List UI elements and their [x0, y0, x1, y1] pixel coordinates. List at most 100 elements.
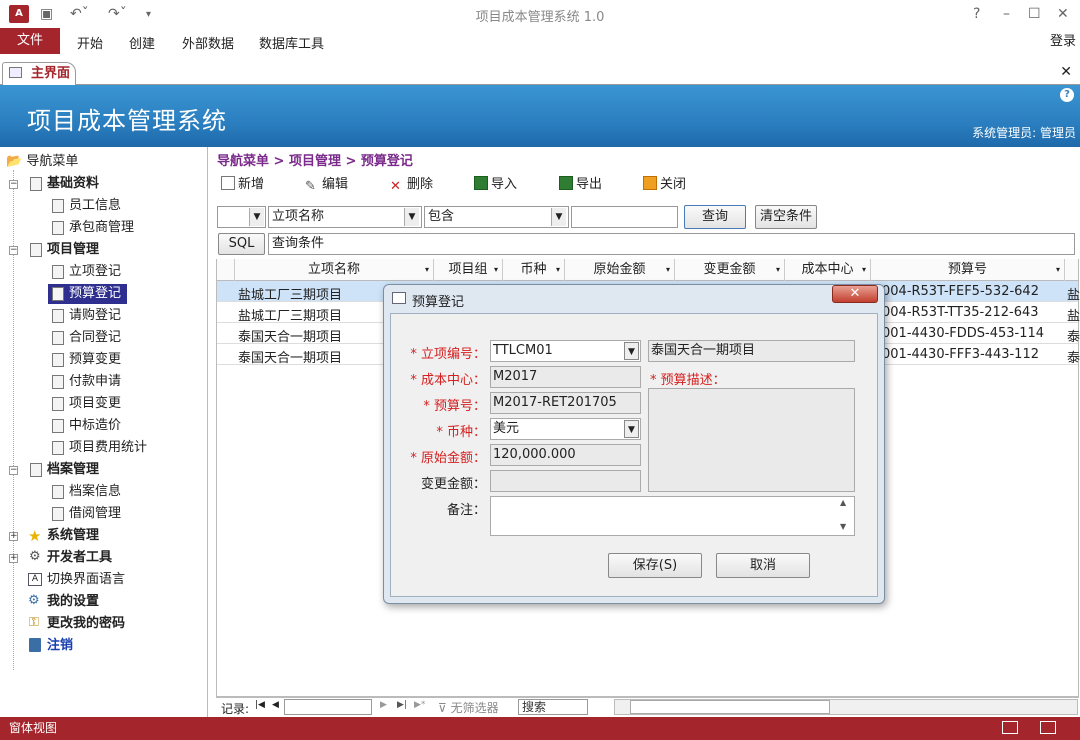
- cell-project-name[interactable]: 泰国天合一期项目: [238, 347, 342, 366]
- filter-operator-select[interactable]: 包含: [424, 206, 569, 228]
- tab-home[interactable]: 开始: [77, 33, 103, 52]
- project-no-select[interactable]: TTLCM01: [490, 340, 641, 362]
- nav-logout[interactable]: 注销: [47, 636, 73, 656]
- no-filter-button[interactable]: ⊽ 无筛选器: [438, 699, 499, 716]
- nav-group-system-mgmt[interactable]: 系统管理: [47, 526, 99, 546]
- prev-record-button[interactable]: ◀: [272, 700, 279, 710]
- nav-item-budget-change[interactable]: 预算变更: [69, 350, 121, 370]
- first-record-button[interactable]: |◀: [255, 700, 265, 710]
- cell-overflow[interactable]: 泰: [1067, 326, 1080, 345]
- cell-budget-no[interactable]: 001-4430-FFF3-443-112: [882, 347, 1062, 362]
- nav-item-payment-request[interactable]: 付款申请: [69, 372, 121, 392]
- scroll-down-icon[interactable]: ▼: [840, 522, 846, 531]
- new-button[interactable]: 新增: [221, 176, 264, 194]
- file-tab[interactable]: 文件: [0, 28, 60, 54]
- cell-overflow[interactable]: 盐: [1067, 305, 1080, 324]
- col-header-budget-no[interactable]: 预算号 ▾: [871, 259, 1065, 281]
- chevron-down-icon[interactable]: ▼: [551, 208, 566, 226]
- export-button[interactable]: 导出: [559, 176, 602, 194]
- col-header-project-name[interactable]: 立项名称 ▾: [235, 259, 434, 281]
- select-all-cell[interactable]: [217, 259, 235, 281]
- nav-item-project-change[interactable]: 项目变更: [69, 394, 121, 414]
- expand-icon[interactable]: +: [9, 532, 18, 541]
- close-window-button[interactable]: ✕: [1057, 6, 1069, 22]
- collapse-icon[interactable]: −: [9, 246, 18, 255]
- tab-create[interactable]: 创建: [129, 33, 155, 52]
- help-button[interactable]: ?: [973, 6, 980, 22]
- nav-item-contractors[interactable]: 承包商管理: [69, 218, 134, 238]
- nav-group-dev-tools[interactable]: 开发者工具: [47, 548, 112, 568]
- minimize-button[interactable]: –: [1003, 6, 1010, 22]
- close-form-button[interactable]: 关闭: [643, 176, 686, 194]
- currency-select[interactable]: 美元: [490, 418, 641, 440]
- save-button[interactable]: 保存(S): [608, 553, 702, 578]
- nav-switch-language[interactable]: 切换界面语言: [47, 570, 125, 590]
- close-document-button[interactable]: ✕: [1060, 64, 1072, 80]
- nav-item-bid-cost[interactable]: 中标造价: [69, 416, 121, 436]
- tab-external-data[interactable]: 外部数据: [182, 33, 234, 52]
- next-record-button[interactable]: ▶: [380, 700, 387, 710]
- sql-button[interactable]: SQL: [218, 233, 265, 255]
- nav-group-project-mgmt[interactable]: 项目管理: [47, 240, 99, 260]
- form-view-icon[interactable]: [1002, 721, 1018, 734]
- tab-database-tools[interactable]: 数据库工具: [259, 33, 324, 52]
- cell-overflow[interactable]: 盐: [1067, 284, 1080, 303]
- col-header-original-amount[interactable]: 原始金额 ▾: [565, 259, 675, 281]
- budget-desc-textarea[interactable]: [648, 388, 855, 492]
- maximize-button[interactable]: ☐: [1028, 6, 1041, 22]
- cell-project-name[interactable]: 泰国天合一期项目: [238, 326, 342, 345]
- remark-textarea[interactable]: [490, 496, 855, 536]
- nav-my-settings[interactable]: 我的设置: [47, 592, 99, 612]
- nav-item-contract-registration[interactable]: 合同登记: [69, 328, 121, 348]
- change-amount-field[interactable]: [490, 470, 641, 492]
- col-header-currency[interactable]: 币种 ▾: [503, 259, 565, 281]
- nav-item-project-registration[interactable]: 立项登记: [69, 262, 121, 282]
- edit-button[interactable]: ✎ 编辑: [305, 176, 348, 194]
- import-button[interactable]: 导入: [474, 176, 517, 194]
- cell-project-name[interactable]: 盐城工厂三期项目: [238, 305, 342, 324]
- cancel-button[interactable]: 取消: [716, 553, 810, 578]
- expand-icon[interactable]: +: [9, 554, 18, 563]
- last-record-button[interactable]: ▶|: [397, 700, 407, 710]
- chevron-down-icon[interactable]: ▼: [249, 208, 264, 226]
- cell-budget-no[interactable]: 004-R53T-TT35-212-643: [882, 305, 1062, 320]
- nav-item-archive-info[interactable]: 档案信息: [69, 482, 121, 502]
- scroll-up-icon[interactable]: ▲: [840, 498, 846, 507]
- clear-conditions-button[interactable]: 清空条件: [755, 205, 817, 229]
- nav-item-employees[interactable]: 员工信息: [69, 196, 121, 216]
- original-amount-field[interactable]: 120,000.000: [490, 444, 641, 466]
- query-button[interactable]: 查询: [684, 205, 746, 229]
- collapse-icon[interactable]: −: [9, 180, 18, 189]
- col-header-cost-center[interactable]: 成本中心 ▾: [785, 259, 871, 281]
- nav-item-project-cost-stats[interactable]: 项目费用统计: [69, 438, 147, 458]
- new-record-button[interactable]: ▶*: [414, 700, 425, 710]
- nav-item-purchase-request[interactable]: 请购登记: [69, 306, 121, 326]
- nav-item-borrow-mgmt[interactable]: 借阅管理: [69, 504, 121, 524]
- cost-center-field[interactable]: M2017: [490, 366, 641, 388]
- filter-field-select[interactable]: 立项名称: [268, 206, 422, 228]
- help-icon[interactable]: ?: [1060, 88, 1074, 102]
- nav-group-archives[interactable]: 档案管理: [47, 460, 99, 480]
- nav-item-budget-registration[interactable]: 预算登记: [69, 284, 121, 304]
- collapse-icon[interactable]: −: [9, 466, 18, 475]
- cell-budget-no[interactable]: 001-4430-FDDS-453-114: [882, 326, 1062, 341]
- filter-value-input[interactable]: [571, 206, 678, 228]
- scrollbar-thumb[interactable]: [630, 700, 830, 714]
- cell-overflow[interactable]: 泰: [1067, 347, 1080, 366]
- nav-root[interactable]: 📂 导航菜单: [6, 152, 78, 172]
- col-header-change-amount[interactable]: 变更金额 ▾: [675, 259, 785, 281]
- col-header-team[interactable]: 项目组 ▾: [434, 259, 503, 281]
- nav-group-basic-data[interactable]: 基础资料: [47, 174, 99, 194]
- record-number-input[interactable]: [284, 699, 372, 715]
- sql-condition-input[interactable]: 查询条件: [268, 233, 1075, 255]
- chevron-down-icon[interactable]: ▼: [404, 208, 419, 226]
- delete-button[interactable]: ✕ 删除: [390, 176, 433, 194]
- dialog-close-button[interactable]: ✕: [832, 285, 878, 303]
- login-link[interactable]: 登录: [1050, 30, 1076, 49]
- design-view-icon[interactable]: [1040, 721, 1056, 734]
- cell-budget-no[interactable]: 004-R53T-FEF5-532-642: [882, 284, 1062, 299]
- budget-no-field[interactable]: M2017-RET201705: [490, 392, 641, 414]
- chevron-down-icon[interactable]: ▼: [624, 420, 639, 438]
- nav-change-password[interactable]: 更改我的密码: [47, 614, 125, 634]
- search-input[interactable]: 搜索: [518, 699, 588, 715]
